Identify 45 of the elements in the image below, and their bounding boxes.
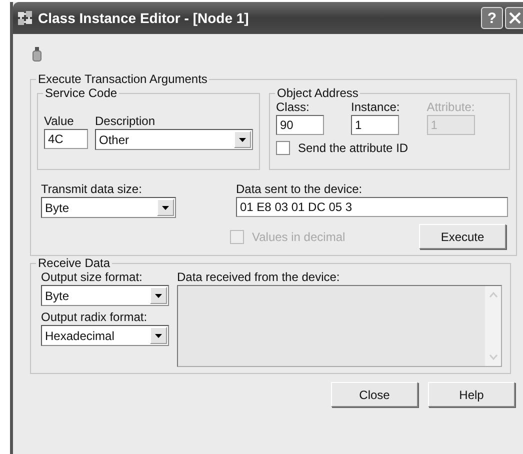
scrollbar[interactable] (485, 286, 501, 366)
transmit-size-dropdown[interactable]: Byte (41, 197, 176, 218)
field-label: Output radix format: (41, 310, 148, 325)
checkbox-label: Send the attribute ID (298, 141, 408, 155)
dialog-button[interactable]: Close (331, 382, 418, 407)
dropdown-arrow-button[interactable] (157, 199, 174, 216)
description-dropdown[interactable]: Other (95, 129, 253, 150)
dropdown-arrow-button[interactable] (150, 327, 167, 344)
checkbox-label: Values in decimal (252, 230, 346, 244)
caret-icon (155, 334, 162, 338)
group-title: Service Code (44, 86, 118, 100)
input-field[interactable]: 1 (351, 115, 399, 135)
caret-icon (155, 294, 162, 298)
field-label: Value (44, 114, 75, 129)
field-label: Transmit data size: (41, 182, 143, 197)
field-label: Output size format: (41, 270, 144, 285)
checkbox[interactable] (276, 141, 290, 155)
group-title: Execute Transaction Arguments (37, 72, 208, 86)
output-radix-dropdown[interactable]: Hexadecimal (41, 325, 169, 346)
window-title: Class Instance Editor - [Node 1] (38, 10, 249, 26)
field-label: Data sent to the device: (236, 182, 364, 197)
output-size-dropdown[interactable]: Byte (41, 285, 169, 306)
caret-icon (239, 138, 246, 142)
scroll-up-icon (488, 292, 498, 298)
group-title: Receive Data (37, 256, 112, 270)
close-icon (508, 11, 522, 25)
app-icon (17, 10, 33, 26)
field-label: Description (95, 114, 156, 129)
scroll-down-icon (488, 354, 498, 360)
value-field[interactable]: 4C (44, 129, 88, 149)
device-icon (32, 46, 42, 62)
caret-icon (162, 206, 169, 210)
field-label: Instance: (351, 100, 400, 115)
dropdown-arrow-button[interactable] (150, 287, 167, 304)
close-button[interactable] (505, 7, 523, 29)
input-field[interactable]: 90 (276, 115, 324, 135)
dialog-button[interactable]: Help (428, 382, 515, 407)
field-label: Data received from the device: (177, 270, 341, 285)
help-button[interactable]: ? (481, 7, 503, 29)
field-label: Class: (276, 100, 310, 115)
dropdown-arrow-button[interactable] (234, 131, 251, 148)
data-sent-field[interactable]: 01 E8 03 01 DC 05 3 (236, 197, 508, 217)
execute-button[interactable]: Execute (419, 224, 506, 249)
group-title: Object Address (276, 86, 360, 100)
field-label: Attribute: (426, 100, 475, 115)
